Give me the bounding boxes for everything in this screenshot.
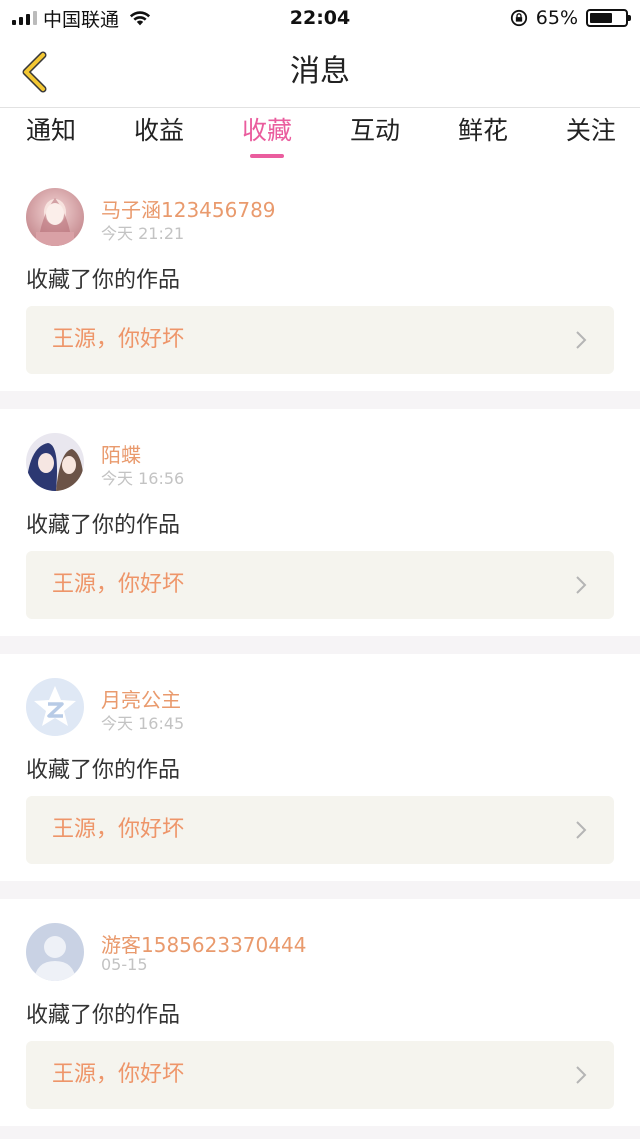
chevron-right-icon bbox=[576, 1066, 587, 1084]
username[interactable]: 游客1585623370444 bbox=[101, 929, 306, 958]
qzone-avatar[interactable] bbox=[26, 678, 84, 736]
action-text: 收藏了你的作品 bbox=[26, 268, 181, 293]
username[interactable]: 陌蝶 bbox=[101, 439, 141, 468]
message-card: 马子涵123456789 今天 21:21 收藏了你的作品王源，你好坏 bbox=[0, 164, 640, 391]
rotation-lock-icon bbox=[510, 9, 527, 27]
timestamp: 05-15 bbox=[101, 955, 148, 974]
chevron-right-icon bbox=[576, 331, 587, 349]
anime-girl-avatar[interactable] bbox=[26, 188, 84, 246]
tab-1[interactable]: 收益 bbox=[134, 108, 184, 164]
default-user-avatar[interactable] bbox=[26, 923, 84, 981]
message-card: 月亮公主 今天 16:45 收藏了你的作品王源，你好坏 bbox=[0, 654, 640, 881]
message-tabs: 通知 收益 收藏 互动 鲜花 关注 bbox=[0, 108, 640, 164]
battery-icon bbox=[586, 9, 631, 27]
work-title: 王源，你好坏 bbox=[52, 1062, 185, 1087]
action-text: 收藏了你的作品 bbox=[26, 1003, 181, 1028]
work-title: 王源，你好坏 bbox=[52, 817, 185, 842]
message-card: 游客1585623370444 05-15 收藏了你的作品王源，你好坏 bbox=[0, 899, 640, 1126]
carrier-name: 中国联通 bbox=[43, 8, 120, 31]
timestamp: 今天 21:21 bbox=[101, 224, 185, 243]
battery-percent: 65% bbox=[535, 7, 578, 29]
message-card: 陌蝶 今天 16:56 收藏了你的作品王源，你好坏 bbox=[0, 409, 640, 636]
chevron-right-icon bbox=[576, 576, 587, 594]
timestamp: 今天 16:45 bbox=[101, 714, 185, 733]
username[interactable]: 月亮公主 bbox=[101, 684, 181, 713]
work-link[interactable]: 王源，你好坏 bbox=[26, 796, 614, 864]
status-bar: 中国联通 22:04 65% bbox=[0, 0, 640, 36]
tab-2[interactable]: 收藏 bbox=[242, 108, 292, 164]
timestamp: 今天 16:56 bbox=[101, 469, 185, 488]
work-link[interactable]: 王源，你好坏 bbox=[26, 306, 614, 374]
tab-5[interactable]: 关注 bbox=[566, 108, 616, 164]
wifi-icon bbox=[129, 11, 151, 26]
message-list: 马子涵123456789 今天 21:21 收藏了你的作品 王源，你好坏 陌蝶 今天 16… bbox=[0, 164, 640, 1139]
anime-pair-avatar[interactable] bbox=[26, 433, 84, 491]
tab-4[interactable]: 鲜花 bbox=[458, 108, 508, 164]
tab-0[interactable]: 通知 bbox=[26, 108, 76, 164]
tab-3[interactable]: 互动 bbox=[350, 108, 400, 164]
signal-strength-icon bbox=[12, 11, 37, 25]
action-text: 收藏了你的作品 bbox=[26, 513, 181, 538]
username[interactable]: 马子涵123456789 bbox=[101, 194, 276, 223]
work-link[interactable]: 王源，你好坏 bbox=[26, 1041, 614, 1109]
work-title: 王源，你好坏 bbox=[52, 327, 185, 352]
action-text: 收藏了你的作品 bbox=[26, 758, 181, 783]
navigation-bar: 消息 bbox=[0, 36, 640, 108]
work-title: 王源，你好坏 bbox=[52, 572, 185, 597]
page-title: 消息 bbox=[290, 54, 350, 89]
work-link[interactable]: 王源，你好坏 bbox=[26, 551, 614, 619]
battery-level bbox=[590, 13, 613, 23]
chevron-right-icon bbox=[576, 821, 587, 839]
